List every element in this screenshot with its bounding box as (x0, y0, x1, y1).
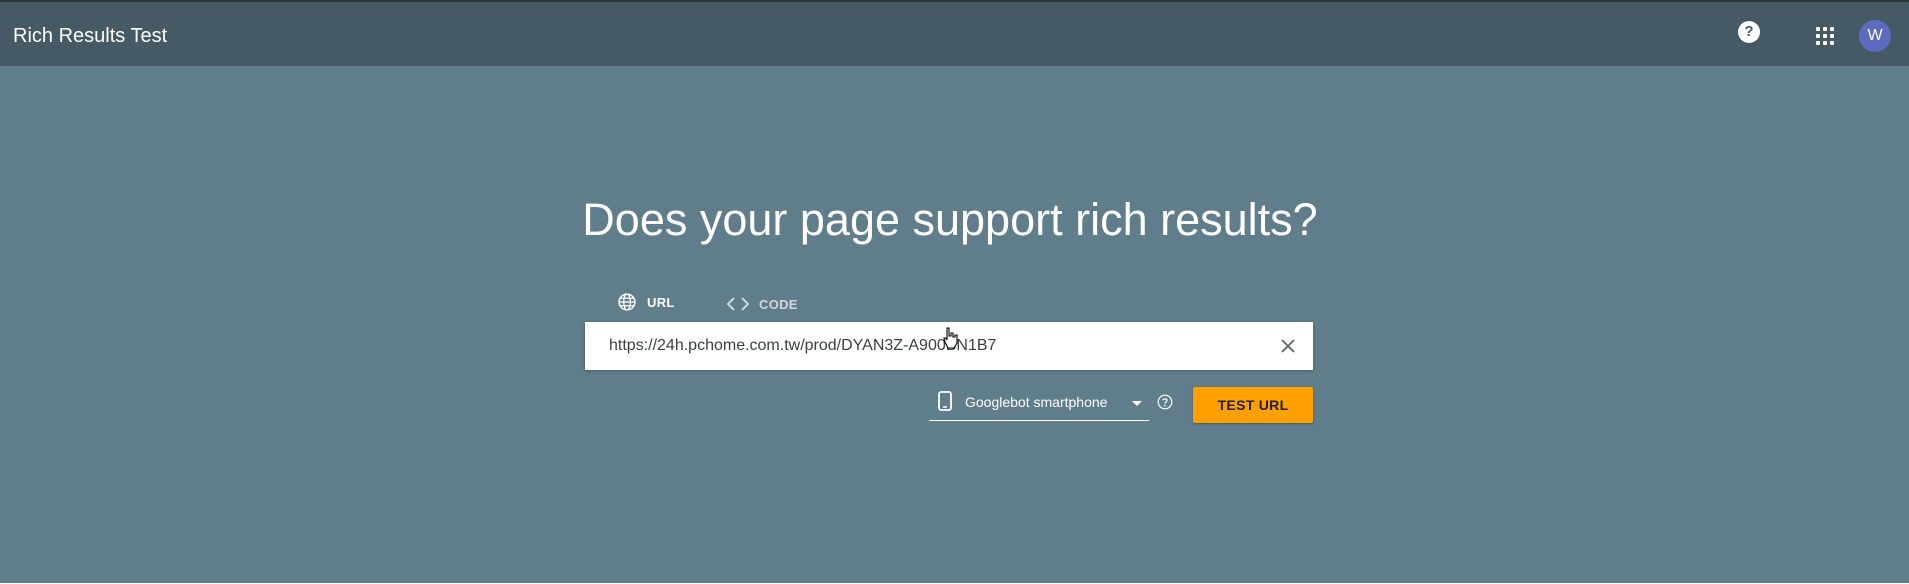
tab-url-label: URL (647, 294, 675, 310)
help-icon[interactable]: ? (1738, 21, 1760, 43)
app-header: Rich Results Test ? W (0, 2, 1909, 66)
tab-code-label: CODE (759, 296, 798, 312)
smartphone-icon (938, 391, 952, 411)
mouse-pointer-icon (943, 327, 958, 349)
help-outline-icon[interactable] (1157, 394, 1173, 410)
crawler-select[interactable]: Googlebot smartphone (929, 385, 1149, 421)
app-title: Rich Results Test (13, 25, 168, 47)
url-input[interactable] (609, 322, 1249, 370)
globe-icon (618, 293, 636, 311)
page-headline: Does your page support rich results? (582, 194, 1318, 245)
test-url-button[interactable]: TEST URL (1193, 387, 1313, 423)
account-avatar[interactable]: W (1859, 20, 1891, 52)
hero-section: Does your page support rich results? URL… (0, 66, 1909, 583)
app-window: Rich Results Test ? W Does your page sup… (0, 0, 1909, 584)
apps-grid-icon[interactable] (1816, 27, 1834, 45)
chevron-down-icon (1132, 401, 1142, 406)
close-icon[interactable] (1279, 337, 1297, 355)
code-brackets-icon (727, 297, 749, 311)
crawler-select-value: Googlebot smartphone (965, 394, 1108, 410)
